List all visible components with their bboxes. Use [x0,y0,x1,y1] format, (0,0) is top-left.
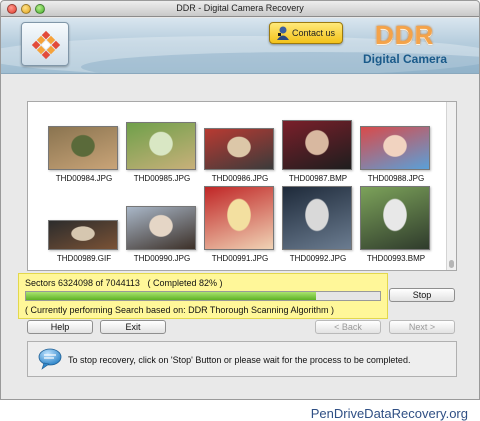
photo-preview [282,120,352,170]
completed-percent-text: ( Completed 82% ) [147,278,223,288]
product-name: Digital Camera [363,52,448,66]
brand-name: DDR [375,20,435,50]
recovered-file-thumbnail[interactable]: THD00986.JPG [202,108,278,188]
file-name-label: THD00984.JPG [55,174,113,183]
next-button[interactable]: Next > [389,320,455,334]
scrollbar-thumb[interactable] [449,260,454,268]
file-name-label: THD00991.JPG [211,254,269,263]
file-name-label: THD00993.BMP [366,254,426,263]
contact-us-label: Contact us [292,28,336,38]
stop-button[interactable]: Stop [389,288,455,302]
info-message-box: To stop recovery, click on 'Stop' Button… [27,341,457,377]
app-logo [21,22,69,66]
footer-website-text: PenDriveDataRecovery.org [310,406,468,421]
photo-preview [48,220,118,250]
recovered-file-thumbnail[interactable]: THD00987.BMP [280,108,356,188]
window-title: DDR - Digital Camera Recovery [176,3,304,13]
recovered-file-thumbnail[interactable]: THD00991.JPG [202,186,278,268]
recovered-file-thumbnail[interactable]: THD00988.JPG [358,108,434,188]
photo-preview [48,126,118,170]
file-name-label: THD00992.JPG [289,254,347,263]
app-window: DDR - Digital Camera Recovery Contact us… [0,0,480,400]
recovery-progress-area: Sectors 6324098 of 7044113 ( Completed 8… [18,273,388,319]
vertical-scrollbar[interactable] [446,102,456,270]
sector-count-text: Sectors 6324098 of 7044113 [25,278,140,288]
header-banner: Contact us DDR Digital Camera [1,18,479,74]
progress-bar-fill [26,292,317,300]
recovered-file-thumbnail[interactable]: THD00992.JPG [280,186,356,268]
photo-preview [360,186,430,250]
contact-us-button[interactable]: Contact us [269,22,343,44]
recovered-file-thumbnail[interactable]: THD00989.GIF [46,188,122,268]
title-bar: DDR - Digital Camera Recovery [1,1,479,17]
sector-status: Sectors 6324098 of 7044113 ( Completed 8… [25,278,223,288]
file-name-label: THD00985.JPG [133,174,191,183]
recovered-file-thumbnail[interactable]: THD00984.JPG [46,108,122,188]
scan-algorithm-text: ( Currently performing Search based on: … [25,305,334,315]
exit-button[interactable]: Exit [100,320,166,334]
file-name-label: THD00990.JPG [133,254,191,263]
photo-preview [126,206,196,250]
recovered-file-thumbnail[interactable]: THD00990.JPG [124,188,200,268]
person-icon [277,26,289,40]
file-name-label: THD00987.BMP [288,174,348,183]
recovered-file-thumbnail[interactable]: THD00985.JPG [124,108,200,188]
back-button[interactable]: < Back [315,320,381,334]
photo-preview [126,122,196,170]
file-name-label: THD00986.JPG [211,174,269,183]
camera-lens-logo-icon [31,30,61,60]
info-message-text: To stop recovery, click on 'Stop' Button… [68,355,411,365]
speech-bubble-icon [38,348,62,370]
recovery-progress-bar [25,291,381,301]
recovered-file-thumbnail[interactable]: THD00993.BMP [358,186,434,268]
file-name-label: THD00989.GIF [56,254,112,263]
photo-preview [204,128,274,170]
help-button[interactable]: Help [27,320,93,334]
photo-preview [282,186,352,250]
photo-preview [360,126,430,170]
photo-preview [204,186,274,250]
recovered-files-panel[interactable]: THD00984.JPG THD00985.JPG THD00986.JPG THD0… [27,101,457,271]
file-name-label: THD00988.JPG [367,174,425,183]
